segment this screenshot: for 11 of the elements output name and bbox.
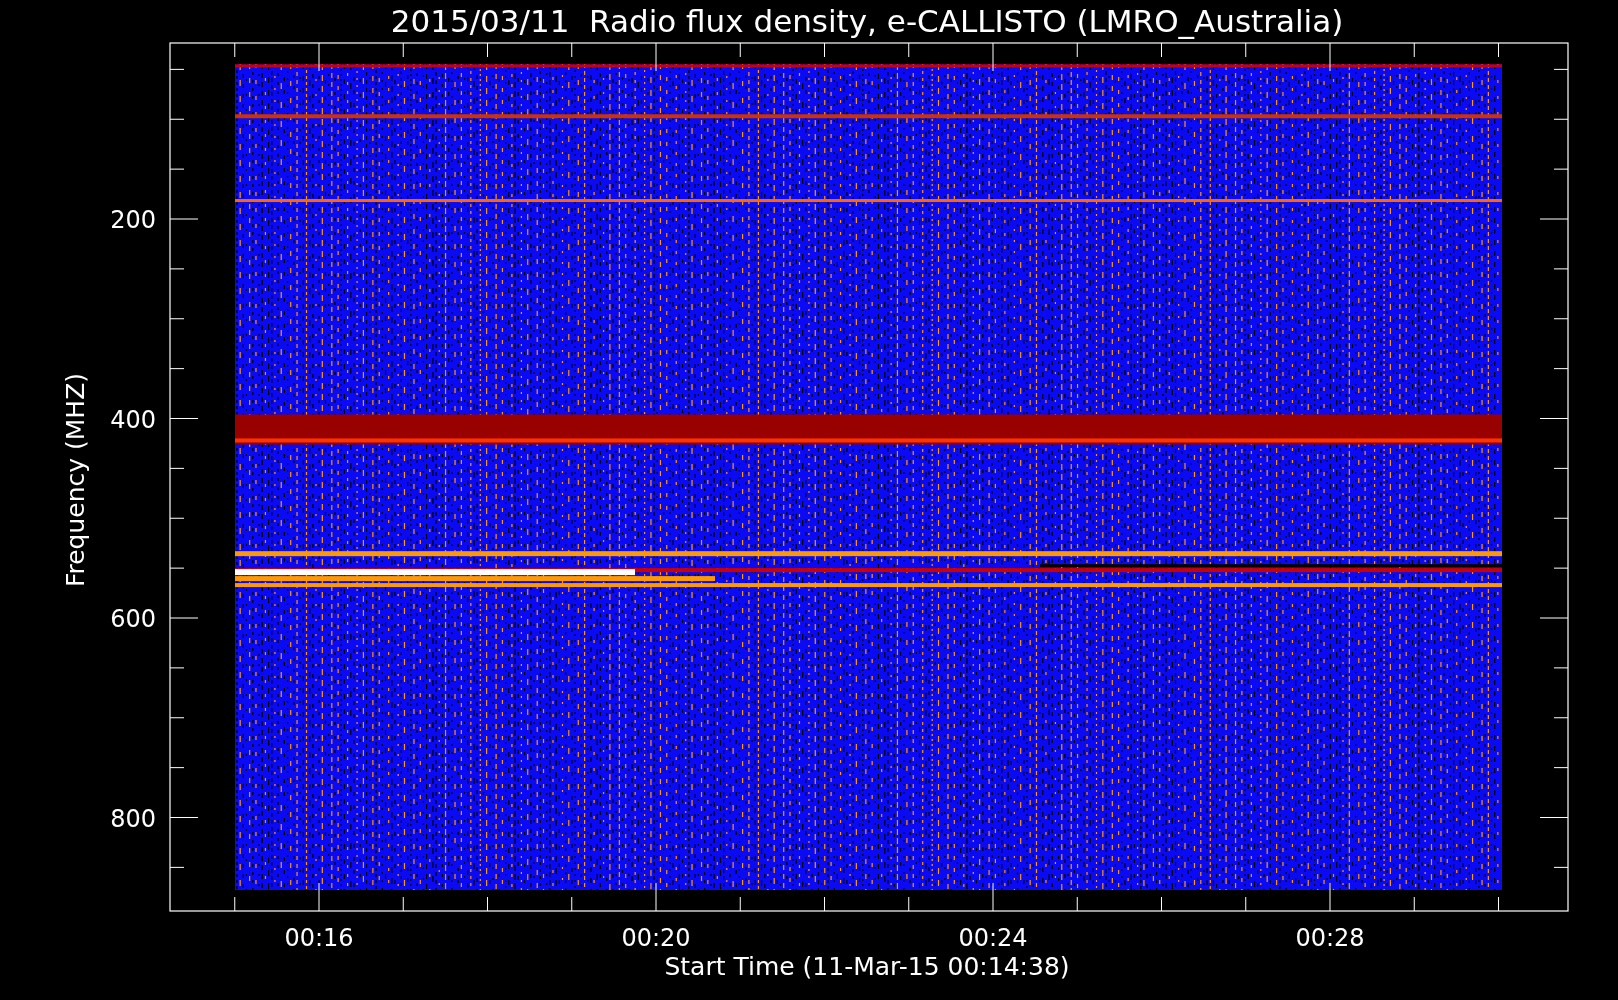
y-tick-label: 800 — [110, 804, 156, 833]
y-tick-label: 600 — [110, 605, 156, 633]
y-tick-label: 400 — [110, 405, 156, 434]
x-tick-label: 00:24 — [958, 924, 1028, 952]
x-tick-label: 00:20 — [621, 924, 691, 952]
y-axis-label: Frequency (MHZ) — [61, 372, 90, 588]
y-tick-label: 200 — [110, 206, 156, 234]
x-tick-label: 00:16 — [284, 924, 354, 952]
chart-title: 2015/03/11 Radio flux density, e-CALLISTO (LMRO_Australia) — [390, 3, 1344, 39]
x-tick-label: 00:28 — [1295, 924, 1365, 952]
x-axis-label: Start Time (11-Mar-15 00:14:38) — [664, 952, 1070, 981]
